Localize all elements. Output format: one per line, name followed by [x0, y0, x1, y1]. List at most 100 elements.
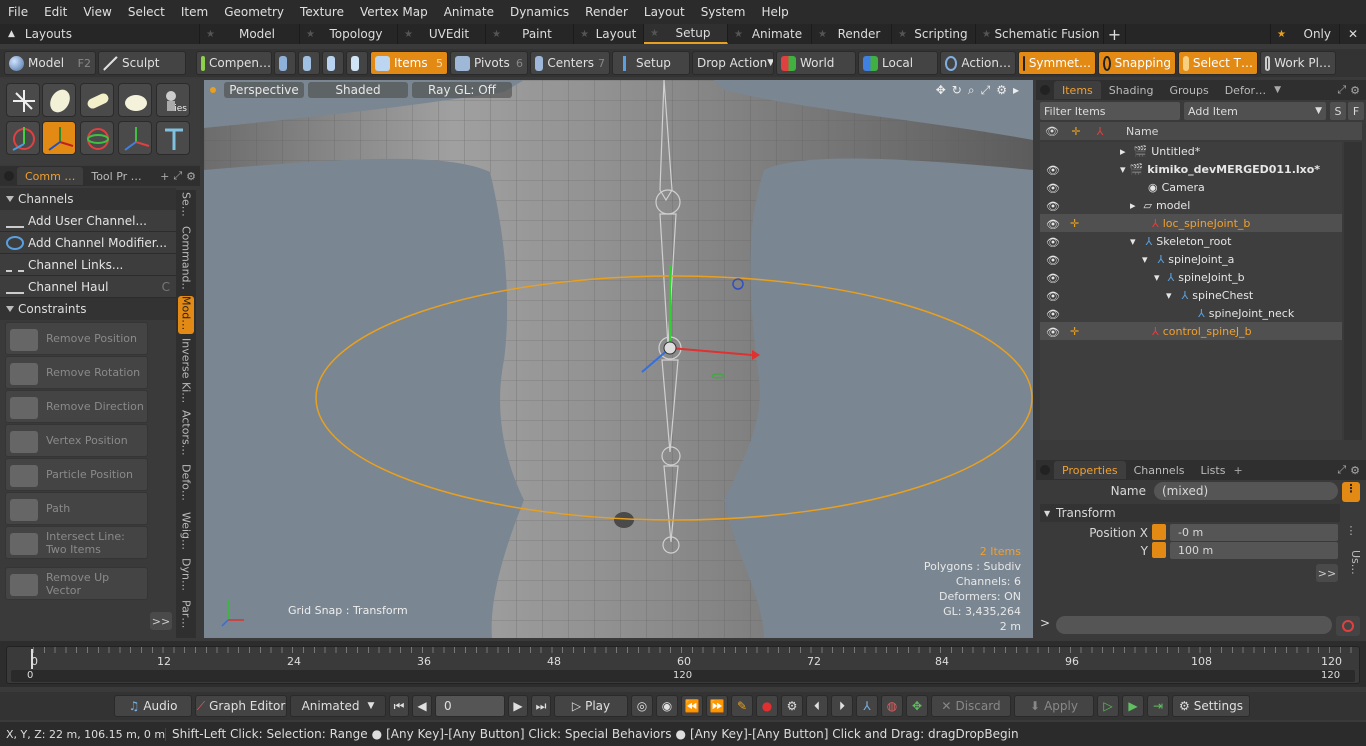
prev-marker-button[interactable]: ⏴ [806, 695, 828, 717]
position-y-field[interactable]: 100 m [1170, 542, 1338, 559]
work-plane-button[interactable]: Work Pl… [1260, 51, 1336, 75]
polygons-mode-button[interactable] [322, 51, 344, 75]
vtab-actors[interactable]: Actors… [178, 410, 194, 460]
add-item-dropdown[interactable]: Add Item ▼ [1184, 102, 1326, 120]
constraints-header[interactable]: Constraints [0, 298, 176, 320]
expand-icon[interactable]: ⤢ [1337, 463, 1346, 477]
particle-position-button[interactable]: Particle Position [5, 458, 148, 491]
vertex-position-button[interactable]: Vertex Position [5, 424, 148, 457]
record-button[interactable]: ● [756, 695, 778, 717]
add-panel-icon[interactable]: + [160, 170, 169, 183]
joint-placement-icon[interactable] [6, 121, 40, 155]
lock-column-icon[interactable]: ✛ [1064, 125, 1088, 138]
rotate-key-button[interactable]: ◍ [881, 695, 903, 717]
current-frame-field[interactable]: 0 [435, 695, 505, 717]
settings-button[interactable]: ⚙ Settings [1172, 695, 1250, 717]
prev-keyframe-button[interactable]: ⏪ [681, 695, 703, 717]
world-button[interactable]: World [776, 51, 856, 75]
tab-paint[interactable]: ★ Paint [486, 24, 574, 44]
play-once-button[interactable]: ▶ [1122, 695, 1144, 717]
channel-haul-button[interactable]: Channel Haul C [0, 276, 176, 298]
item-untitled[interactable]: ▸ 🎬 Untitled* [1040, 142, 1342, 160]
gear-icon[interactable]: ⚙ [1350, 84, 1360, 97]
eye-icon[interactable]: 👁 [1046, 164, 1060, 177]
play-forward-button[interactable]: ▷ [1097, 695, 1119, 717]
channel-links-button[interactable]: Channel Links... [0, 254, 176, 276]
panel-menu-icon[interactable] [1040, 85, 1050, 95]
compensate-button[interactable]: Compen… [196, 51, 272, 75]
3d-viewport[interactable]: Grid Snap : Transform 2 Items Polygons :… [204, 80, 1033, 638]
items-scrollbar[interactable] [1344, 142, 1362, 440]
move-key-button[interactable]: ✥ [906, 695, 928, 717]
symmetry-button[interactable]: Symmet… [1018, 51, 1096, 75]
figure-tool-icon[interactable]: ies [156, 83, 190, 117]
local-button[interactable]: Local [858, 51, 938, 75]
eye-icon[interactable]: 👁 [1046, 218, 1060, 231]
path-button[interactable]: Path [5, 492, 148, 525]
panel-menu-icon[interactable] [1040, 465, 1050, 475]
apply-button[interactable]: ⬇ Apply [1014, 695, 1094, 717]
drop-action-dropdown[interactable]: Drop Action ▼ [692, 51, 774, 75]
add-user-channel-button[interactable]: Add User Channel... [0, 210, 176, 232]
menu-animate[interactable]: Animate [436, 5, 502, 19]
item-control-spinej-b[interactable]: 👁 ✛ ⅄ control_spineJ_b [1040, 322, 1342, 340]
menu-geometry[interactable]: Geometry [216, 5, 292, 19]
eye-icon[interactable]: 👁 [1046, 308, 1060, 321]
pivots-mode-button[interactable]: Pivots 6 [450, 51, 528, 75]
channel-key-button[interactable]: ⅄ [856, 695, 878, 717]
last-frame-button[interactable]: ⏭ [531, 695, 551, 717]
add-tab-button[interactable]: + [1104, 24, 1126, 44]
add-panel-icon[interactable]: + [1233, 464, 1242, 477]
menu-help[interactable]: Help [753, 5, 796, 19]
tab-commands[interactable]: Comm … [17, 167, 84, 185]
command-input[interactable] [1056, 616, 1332, 634]
gear-icon[interactable]: ⚙ [1350, 464, 1360, 477]
menu-vertex-map[interactable]: Vertex Map [352, 5, 436, 19]
vtab-deformers[interactable]: Defo… [178, 464, 194, 508]
remove-position-button[interactable]: Remove Position [5, 322, 148, 355]
transform-header[interactable]: ▼ Transform [1040, 504, 1340, 522]
tab-channels[interactable]: Channels [1126, 461, 1193, 479]
close-layout-button[interactable]: ✕ [1340, 24, 1366, 44]
edges-mode-button[interactable] [298, 51, 320, 75]
eye-icon[interactable]: 👁 [1046, 272, 1060, 285]
key-all-button[interactable]: ✎ [731, 695, 753, 717]
tab-uvedit[interactable]: ★ UVEdit [398, 24, 486, 44]
expand-icon[interactable]: ⤢ [173, 169, 182, 183]
tab-properties[interactable]: Properties [1054, 461, 1126, 479]
scale-tool-icon[interactable] [156, 121, 190, 155]
menu-file[interactable]: File [0, 5, 36, 19]
stop-command-button[interactable] [1336, 616, 1360, 636]
items-mode-button[interactable]: Items 5 [370, 51, 448, 75]
expand-icon[interactable]: ⤢ [1337, 83, 1346, 97]
name-column-header[interactable]: Name [1126, 125, 1158, 138]
vtab-dynamics[interactable]: Dyn… [178, 558, 194, 594]
play-button[interactable]: ▷ Play [554, 695, 628, 717]
item-camera[interactable]: 👁 ◉ Camera [1040, 178, 1342, 196]
vtab-particles[interactable]: Par… [178, 600, 194, 634]
fit-icon[interactable]: ⤢ [981, 83, 991, 98]
key-settings-button[interactable]: ⚙ [781, 695, 803, 717]
vtab-se[interactable]: Se… [178, 192, 194, 222]
item-spinejoint-neck[interactable]: 👁 ⅄ spineJoint_neck [1040, 304, 1342, 322]
item-spinechest[interactable]: 👁 ▾ ⅄ spineChest [1040, 286, 1342, 304]
tab-model[interactable]: ★ Model [200, 24, 300, 44]
setup-mode-button[interactable]: Setup [612, 51, 690, 75]
discard-button[interactable]: ✕ Discard [931, 695, 1011, 717]
menu-texture[interactable]: Texture [292, 5, 352, 19]
eye-icon[interactable]: 👁 [1046, 254, 1060, 267]
play-loop-button[interactable]: ⇥ [1147, 695, 1169, 717]
tab-lists[interactable]: Lists [1193, 461, 1234, 479]
add-channel-modifier-button[interactable]: Add Channel Modifier... [0, 232, 176, 254]
viewport-menu-icon[interactable] [210, 87, 216, 93]
audio-button[interactable]: ♫ Audio [114, 695, 192, 717]
tab-groups[interactable]: Groups [1161, 81, 1216, 99]
menu-select[interactable]: Select [120, 5, 173, 19]
snapping-button[interactable]: Snapping [1098, 51, 1176, 75]
capsule-tool-icon[interactable] [80, 83, 114, 117]
menu-item[interactable]: Item [173, 5, 216, 19]
tab-deformers[interactable]: Defor… [1217, 81, 1274, 99]
first-frame-button[interactable]: ⏮ [389, 695, 409, 717]
tab-tool-properties[interactable]: Tool Pr … [83, 167, 149, 185]
sparkle-tool-icon[interactable] [6, 83, 40, 117]
